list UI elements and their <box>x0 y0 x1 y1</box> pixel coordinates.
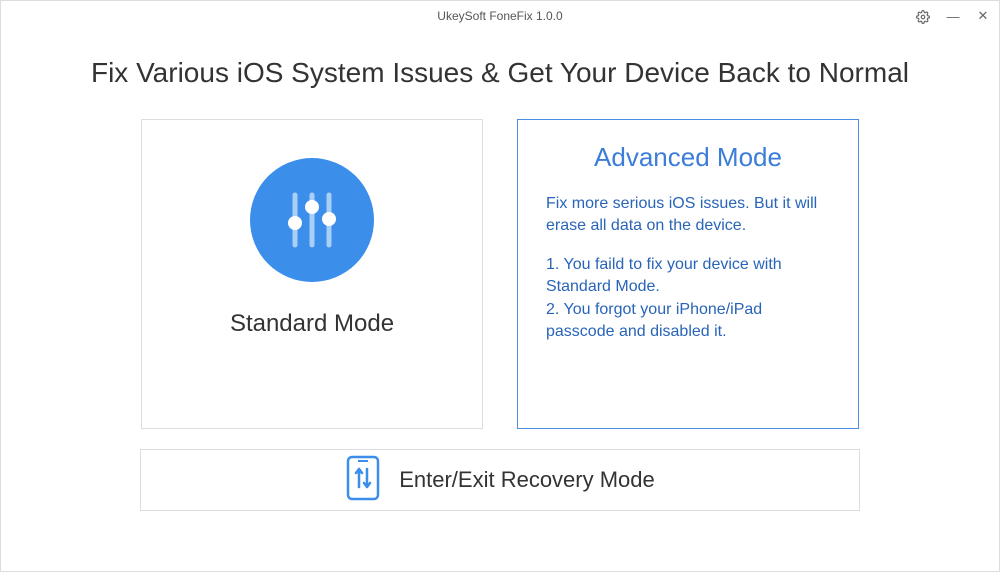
close-button[interactable]: ✕ <box>975 8 991 24</box>
app-title: UkeySoft FoneFix 1.0.0 <box>437 9 562 23</box>
recovery-mode-label: Enter/Exit Recovery Mode <box>399 467 655 493</box>
advanced-mode-description: Fix more serious iOS issues. But it will… <box>546 193 830 238</box>
settings-icon[interactable] <box>915 8 931 24</box>
sliders-icon <box>250 158 374 282</box>
window-controls: — ✕ <box>915 1 991 31</box>
minimize-button[interactable]: — <box>945 9 961 24</box>
advanced-item-2: 2. You forgot your iPhone/iPad passcode … <box>546 299 830 344</box>
advanced-mode-list: 1. You faild to fix your device with Sta… <box>546 254 830 344</box>
mode-cards: Standard Mode Advanced Mode Fix more ser… <box>1 119 999 429</box>
titlebar: UkeySoft FoneFix 1.0.0 — ✕ <box>1 1 999 31</box>
advanced-mode-card[interactable]: Advanced Mode Fix more serious iOS issue… <box>517 119 859 429</box>
advanced-item-1: 1. You faild to fix your device with Sta… <box>546 254 830 299</box>
standard-mode-title: Standard Mode <box>230 310 394 338</box>
recovery-mode-button[interactable]: Enter/Exit Recovery Mode <box>140 449 860 511</box>
phone-arrows-icon <box>345 455 381 506</box>
standard-mode-card[interactable]: Standard Mode <box>141 119 483 429</box>
page-title: Fix Various iOS System Issues & Get Your… <box>1 57 999 89</box>
advanced-mode-title: Advanced Mode <box>546 142 830 173</box>
